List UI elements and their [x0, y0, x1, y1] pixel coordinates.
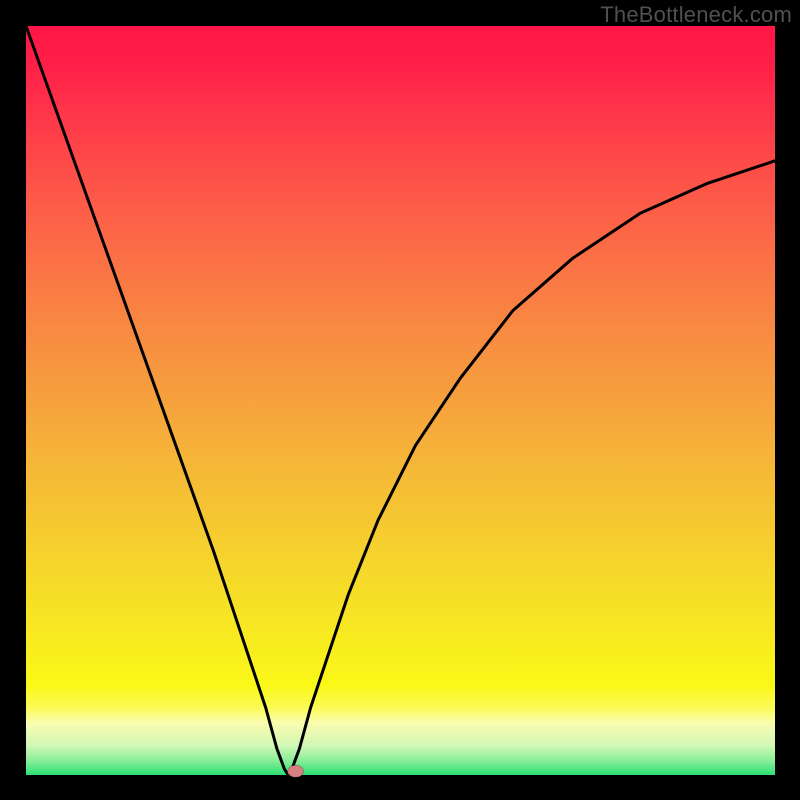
chart-svg	[0, 0, 800, 800]
bottleneck-chart	[0, 0, 800, 800]
watermark-text: TheBottleneck.com	[600, 2, 792, 28]
